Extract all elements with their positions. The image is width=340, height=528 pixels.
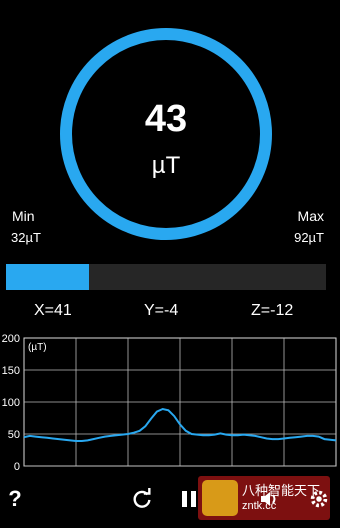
y-tick-label: 100: [2, 397, 20, 409]
field-history-chart: 200 150 100 50 0 (µT): [2, 334, 337, 473]
refresh-icon: [133, 488, 151, 508]
y-tick-label: 200: [2, 334, 20, 345]
sound-button[interactable]: [254, 484, 284, 514]
speaker-icon: [261, 492, 276, 506]
magnetic-field-value: 43: [144, 98, 188, 140]
magnetic-field-unit: µT: [151, 152, 181, 179]
min-label: Min: [12, 208, 35, 224]
max-value: 92µT: [294, 230, 324, 245]
help-icon: ?: [8, 486, 22, 511]
max-label: Max: [297, 208, 324, 224]
y-axis-unit-label: (µT): [28, 342, 47, 353]
z-axis-value: Z=-12: [251, 302, 294, 319]
min-value: 32µT: [11, 230, 41, 245]
pause-icon: [182, 491, 196, 507]
y-tick-label: 0: [14, 461, 20, 473]
gear-icon: [310, 490, 328, 508]
refresh-button[interactable]: [127, 484, 157, 514]
settings-button[interactable]: [304, 484, 334, 514]
y-tick-label: 50: [8, 429, 20, 441]
y-tick-label: 150: [2, 365, 20, 377]
field-strength-bar: [6, 264, 326, 290]
x-axis-value: X=41: [34, 302, 72, 319]
help-button[interactable]: ?: [0, 484, 30, 514]
field-strength-bar-fill: [6, 264, 90, 290]
watermark-logo: [202, 480, 238, 516]
y-axis-value: Y=-4: [144, 302, 179, 319]
